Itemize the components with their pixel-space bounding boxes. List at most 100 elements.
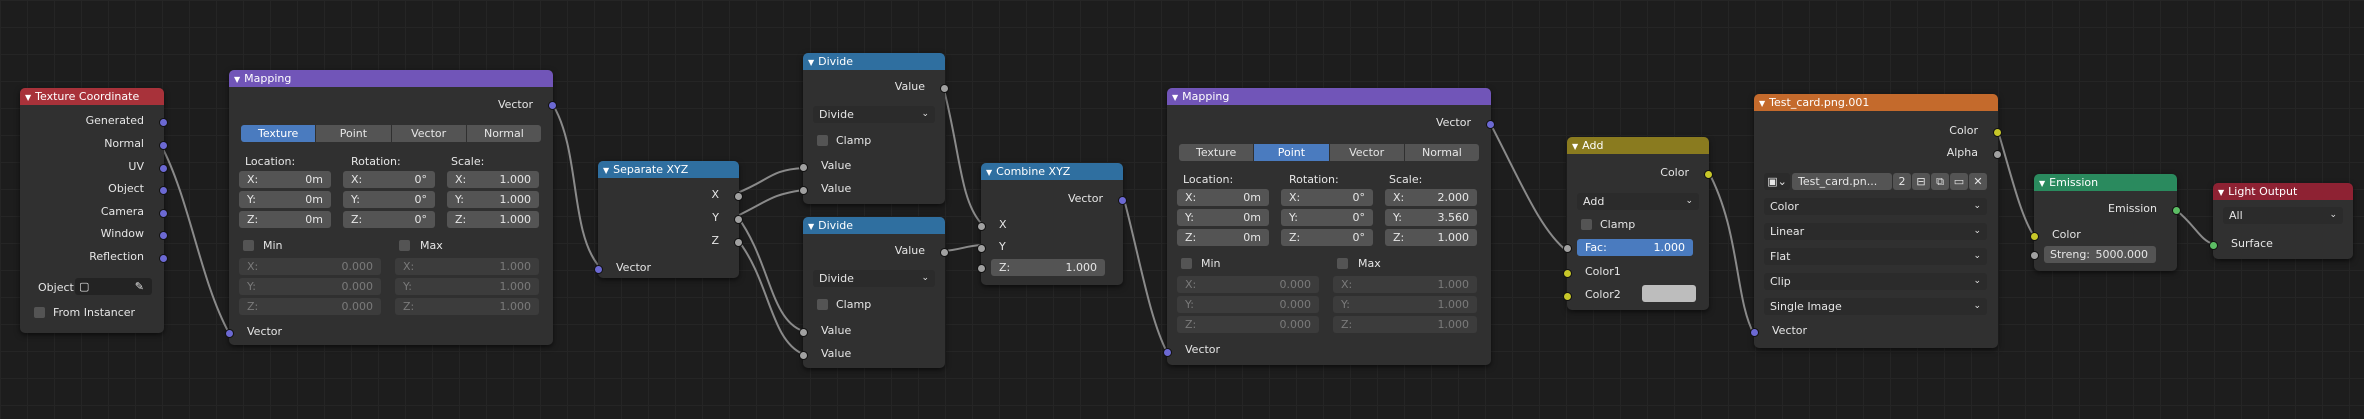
socket-generated[interactable] bbox=[159, 118, 168, 127]
min-checkbox[interactable] bbox=[1181, 258, 1192, 269]
socket-vector-in[interactable] bbox=[594, 265, 603, 274]
node-header[interactable]: ▼ Add bbox=[1567, 137, 1709, 154]
object-field[interactable]: ▢ ✎ bbox=[75, 278, 152, 295]
collapse-icon[interactable]: ▼ bbox=[1572, 142, 1578, 151]
loc-z[interactable]: Z: 0m bbox=[1177, 229, 1269, 246]
projection-select[interactable]: Flat ⌄ bbox=[1764, 248, 1987, 265]
socket-vector-out[interactable] bbox=[1486, 120, 1495, 129]
collapse-icon[interactable]: ▼ bbox=[25, 93, 31, 102]
collapse-icon[interactable]: ▼ bbox=[234, 75, 240, 84]
user-count[interactable]: 2 bbox=[1893, 173, 1911, 190]
socket-vector-in[interactable] bbox=[1163, 348, 1172, 357]
rot-y[interactable]: Y: 0° bbox=[1281, 209, 1373, 226]
socket-color-in[interactable] bbox=[2030, 232, 2039, 241]
from-instancer-checkbox[interactable] bbox=[34, 307, 45, 318]
operation-select[interactable]: Divide ⌄ bbox=[813, 270, 935, 287]
z-field[interactable]: Z: 1.000 bbox=[991, 259, 1105, 276]
target-select[interactable]: All ⌄ bbox=[2223, 207, 2343, 224]
close-icon[interactable]: ✕ bbox=[1969, 173, 1987, 190]
socket-value-out[interactable] bbox=[940, 248, 949, 257]
node-header[interactable]: ▼ Divide bbox=[803, 53, 945, 70]
socket-vector-in[interactable] bbox=[225, 329, 234, 338]
color2-swatch[interactable] bbox=[1642, 285, 1696, 302]
fake-user-icon[interactable]: ⊟ bbox=[1912, 173, 1930, 190]
node-separate-xyz[interactable]: ▼ Separate XYZ X Y Z Vector bbox=[594, 161, 743, 278]
blend-mode-select[interactable]: Add ⌄ bbox=[1577, 193, 1699, 210]
rot-z[interactable]: Z: 0° bbox=[343, 211, 435, 228]
loc-y[interactable]: Y: 0m bbox=[239, 191, 331, 208]
color-space-select[interactable]: Color ⌄ bbox=[1764, 198, 1987, 215]
socket-x[interactable] bbox=[734, 192, 743, 201]
node-mapping-1[interactable]: ▼ Mapping Vector Texture Point Vector Nor… bbox=[225, 70, 557, 345]
node-image-texture[interactable]: ▼ Test_card.png.001 Color Alpha ▣⌄ Test_c… bbox=[1750, 94, 2002, 348]
extension-select[interactable]: Clip ⌄ bbox=[1764, 273, 1987, 290]
socket-color-out[interactable] bbox=[1993, 128, 2002, 137]
socket-color1-in[interactable] bbox=[1563, 269, 1572, 278]
tab-normal[interactable]: Normal bbox=[466, 125, 541, 142]
source-select[interactable]: Single Image ⌄ bbox=[1764, 298, 1987, 315]
collapse-icon[interactable]: ▼ bbox=[1759, 99, 1765, 108]
node-divide-1[interactable]: ▼ Divide Value Divide ⌄ Clamp Value Value bbox=[799, 53, 949, 204]
scale-z[interactable]: Z: 1.000 bbox=[1385, 229, 1477, 246]
node-divide-2[interactable]: ▼ Divide Value Divide ⌄ Clamp Value Value bbox=[799, 217, 949, 368]
operation-select[interactable]: Divide ⌄ bbox=[813, 106, 935, 123]
node-emission[interactable]: ▼ Emission Emission Color Streng: 5000.000 bbox=[2030, 174, 2181, 271]
socket-x-in[interactable] bbox=[977, 222, 986, 231]
image-name-field[interactable]: Test_card.pn... bbox=[1792, 173, 1892, 190]
node-header[interactable]: ▼ Mapping bbox=[1167, 88, 1491, 105]
rot-z[interactable]: Z: 0° bbox=[1281, 229, 1373, 246]
socket-object[interactable] bbox=[159, 186, 168, 195]
mapping-type-tabs[interactable]: Texture Point Vector Normal bbox=[1179, 144, 1479, 161]
node-header[interactable]: ▼ Mapping bbox=[229, 70, 553, 87]
socket-z[interactable] bbox=[734, 238, 743, 247]
socket-color2-in[interactable] bbox=[1563, 292, 1572, 301]
scale-x[interactable]: X: 2.000 bbox=[1385, 189, 1477, 206]
image-browse-icon[interactable]: ▣⌄ bbox=[1764, 173, 1790, 190]
socket-normal[interactable] bbox=[159, 141, 168, 150]
node-combine-xyz[interactable]: ▼ Combine XYZ Vector X Y Z: 1.000 bbox=[977, 163, 1127, 285]
socket-y-in[interactable] bbox=[977, 244, 986, 253]
socket-color-out[interactable] bbox=[1704, 170, 1713, 179]
socket-camera[interactable] bbox=[159, 209, 168, 218]
socket-vector-in[interactable] bbox=[1750, 328, 1759, 337]
min-checkbox[interactable] bbox=[243, 240, 254, 251]
rot-x[interactable]: X: 0° bbox=[343, 171, 435, 188]
socket-vector-out[interactable] bbox=[1118, 196, 1127, 205]
loc-x[interactable]: X: 0m bbox=[239, 171, 331, 188]
loc-x[interactable]: X: 0m bbox=[1177, 189, 1269, 206]
duplicate-icon[interactable]: ⧉ bbox=[1931, 173, 1949, 190]
loc-z[interactable]: Z: 0m bbox=[239, 211, 331, 228]
tab-texture[interactable]: Texture bbox=[241, 125, 317, 142]
scale-y[interactable]: Y: 3.560 bbox=[1385, 209, 1477, 226]
collapse-icon[interactable]: ▼ bbox=[808, 58, 814, 67]
loc-y[interactable]: Y: 0m bbox=[1177, 209, 1269, 226]
socket-strength-in[interactable] bbox=[2030, 251, 2039, 260]
scale-z[interactable]: Z: 1.000 bbox=[447, 211, 539, 228]
tab-point[interactable]: Point bbox=[1254, 144, 1330, 161]
node-texture-coordinate[interactable]: ▼ Texture Coordinate Generated Normal UV … bbox=[20, 88, 168, 333]
max-checkbox[interactable] bbox=[1337, 258, 1348, 269]
socket-value-in-2[interactable] bbox=[799, 351, 808, 360]
folder-icon[interactable]: ▭ bbox=[1950, 173, 1968, 190]
rot-x[interactable]: X: 0° bbox=[1281, 189, 1373, 206]
node-header[interactable]: ▼ Texture Coordinate bbox=[20, 88, 164, 105]
max-checkbox[interactable] bbox=[399, 240, 410, 251]
socket-vector-out[interactable] bbox=[548, 101, 557, 110]
clamp-checkbox[interactable] bbox=[817, 299, 828, 310]
interpolation-select[interactable]: Linear ⌄ bbox=[1764, 223, 1987, 240]
rot-y[interactable]: Y: 0° bbox=[343, 191, 435, 208]
socket-z-in[interactable] bbox=[977, 264, 986, 273]
collapse-icon[interactable]: ▼ bbox=[986, 168, 992, 177]
collapse-icon[interactable]: ▼ bbox=[1172, 93, 1178, 102]
socket-value-in-1[interactable] bbox=[799, 328, 808, 337]
eyedropper-icon[interactable]: ✎ bbox=[135, 278, 144, 295]
socket-alpha-out[interactable] bbox=[1993, 150, 2002, 159]
fac-slider[interactable]: Fac: 1.000 bbox=[1577, 239, 1693, 256]
socket-value-in-1[interactable] bbox=[799, 163, 808, 172]
strength-field[interactable]: Streng: 5000.000 bbox=[2044, 246, 2156, 263]
tab-texture[interactable]: Texture bbox=[1179, 144, 1255, 161]
node-header[interactable]: ▼ Light Output bbox=[2213, 183, 2353, 200]
socket-reflection[interactable] bbox=[159, 254, 168, 263]
tab-vector[interactable]: Vector bbox=[1329, 144, 1405, 161]
node-mapping-2[interactable]: ▼ Mapping Vector Texture Point Vector Nor… bbox=[1163, 88, 1495, 365]
